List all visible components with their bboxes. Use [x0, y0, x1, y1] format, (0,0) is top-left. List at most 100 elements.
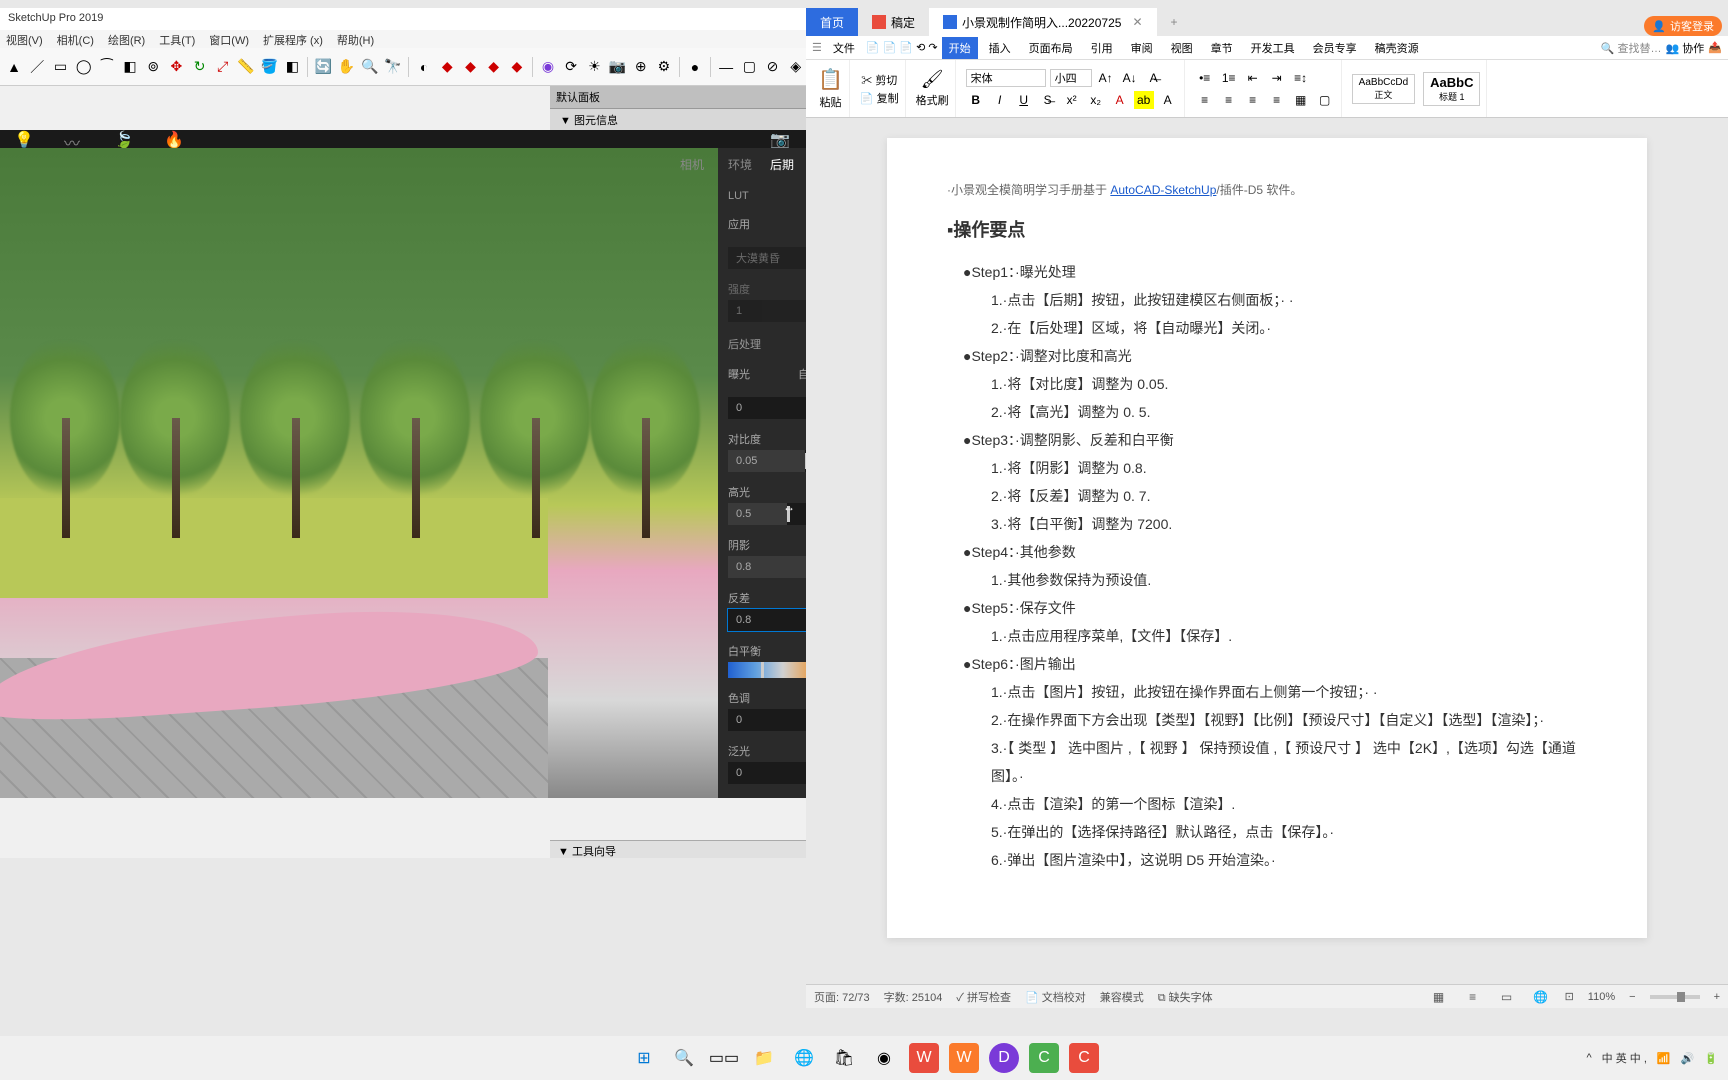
battery-icon[interactable]: 🔋: [1704, 1052, 1718, 1065]
status-zoom[interactable]: 110%: [1588, 991, 1615, 1003]
tool-d5-sync[interactable]: ◉: [538, 56, 558, 78]
zoom-in-button[interactable]: +: [1714, 991, 1720, 1003]
rtab-file[interactable]: 文件: [826, 37, 862, 59]
tool-d5-3[interactable]: 📷: [607, 56, 627, 78]
wps-document-area[interactable]: ·小景观全模简明学习手册基于 AutoCAD-SketchUp/插件-D5 软件…: [806, 118, 1728, 984]
tool-edge[interactable]: —: [716, 56, 736, 78]
tool-section[interactable]: ◐: [414, 56, 434, 78]
ime-indicator[interactable]: 中 英 中 ,: [1602, 1050, 1647, 1066]
align-center-button[interactable]: ≡: [1219, 91, 1239, 109]
tool-select[interactable]: ▲: [4, 56, 24, 78]
align-right-button[interactable]: ≡: [1243, 91, 1263, 109]
bullets-button[interactable]: •≡: [1195, 69, 1215, 87]
panel-entity-info[interactable]: ▼ 图元信息: [550, 109, 810, 132]
menu-extensions[interactable]: 扩展程序 (x): [263, 32, 323, 46]
rtab-insert[interactable]: 插入: [982, 37, 1018, 59]
wps-tab-gaoding[interactable]: 稿定: [858, 8, 929, 36]
tool-scale[interactable]: ⤢: [213, 56, 233, 78]
d5-tab-env[interactable]: 环境: [728, 156, 752, 173]
app3-icon[interactable]: C: [1029, 1043, 1059, 1073]
copy-button[interactable]: 📄 复制: [860, 90, 899, 106]
rtab-resource[interactable]: 稿壳资源: [1368, 37, 1426, 59]
app2-icon[interactable]: W: [949, 1043, 979, 1073]
font-grow-icon[interactable]: A↑: [1096, 69, 1116, 87]
wps-login-button[interactable]: 👤访客登录: [1644, 16, 1722, 36]
strike-button[interactable]: S̶: [1038, 91, 1058, 109]
indent-inc-button[interactable]: ⇥: [1267, 69, 1287, 87]
start-button[interactable]: ⊞: [629, 1043, 659, 1073]
status-proof[interactable]: 📄 文档校对: [1025, 989, 1086, 1005]
d5-tab-camera[interactable]: 相机: [680, 156, 704, 173]
rtab-layout[interactable]: 页面布局: [1022, 37, 1080, 59]
style-normal[interactable]: AaBbCcDd正文: [1352, 74, 1415, 104]
indent-dec-button[interactable]: ⇤: [1243, 69, 1263, 87]
zoom-fit-icon[interactable]: ⊡: [1565, 990, 1574, 1003]
status-missing[interactable]: ⧉ 缺失字体: [1158, 989, 1213, 1005]
search-icon[interactable]: 🔍: [669, 1043, 699, 1073]
menu-help[interactable]: 帮助(H): [337, 32, 374, 46]
d5-viewport[interactable]: 相机: [0, 148, 718, 798]
clear-format-icon[interactable]: A̶: [1144, 69, 1164, 87]
tool-hidden[interactable]: ⊘: [762, 56, 782, 78]
view-page-icon[interactable]: ▦: [1429, 988, 1449, 1006]
doc-link[interactable]: AutoCAD-SketchUp: [1110, 183, 1216, 197]
tool-d5-4[interactable]: ⊕: [631, 56, 651, 78]
border-button[interactable]: ▢: [1315, 91, 1335, 109]
tool-eraser[interactable]: ◧: [282, 56, 302, 78]
wps-tab-home[interactable]: 首页: [806, 8, 858, 36]
tool-offset[interactable]: ⊚: [143, 56, 163, 78]
coop-button[interactable]: 👥 协作: [1666, 40, 1705, 56]
status-spell[interactable]: ✓ 拼写检查: [956, 989, 1011, 1005]
zoom-slider[interactable]: [1650, 995, 1700, 999]
tool-rotate[interactable]: ↻: [190, 56, 210, 78]
menu-tools[interactable]: 工具(T): [159, 32, 195, 46]
app4-icon[interactable]: C: [1069, 1043, 1099, 1073]
tool-line[interactable]: ／: [27, 56, 47, 78]
rtab-start[interactable]: 开始: [942, 37, 978, 59]
tool-rect[interactable]: ▭: [50, 56, 70, 78]
align-left-button[interactable]: ≡: [1195, 91, 1215, 109]
panel-default[interactable]: 默认面板: [550, 86, 810, 109]
font-effect-button[interactable]: A: [1158, 91, 1178, 109]
tool-paint[interactable]: 🪣: [259, 56, 279, 78]
menu-view[interactable]: 视图(V): [6, 32, 43, 46]
tool-tape[interactable]: 📏: [236, 56, 256, 78]
dell-icon[interactable]: ◉: [869, 1043, 899, 1073]
rtab-ref[interactable]: 引用: [1084, 37, 1120, 59]
explorer-icon[interactable]: 📁: [749, 1043, 779, 1073]
superscript-button[interactable]: x²: [1062, 91, 1082, 109]
bold-button[interactable]: B: [966, 91, 986, 109]
tool-orbit[interactable]: 🔄: [313, 56, 333, 78]
rtab-review[interactable]: 审阅: [1124, 37, 1160, 59]
rtab-section[interactable]: 章节: [1204, 37, 1240, 59]
store-icon[interactable]: 🛍: [829, 1043, 859, 1073]
camera-icon[interactable]: 📷: [770, 130, 788, 148]
zoom-out-button[interactable]: −: [1629, 991, 1635, 1003]
sketchup-tray[interactable]: ▼ 工具向导: [550, 840, 810, 858]
tool-d5-5[interactable]: ⚙: [654, 56, 674, 78]
menu-camera[interactable]: 相机(C): [57, 32, 94, 46]
rtab-view[interactable]: 视图: [1164, 37, 1200, 59]
tray-chevron-icon[interactable]: ^: [1586, 1052, 1591, 1064]
cut-button[interactable]: ✂ 剪切: [861, 72, 897, 88]
d5-icon[interactable]: D: [989, 1043, 1019, 1073]
font-color-button[interactable]: A: [1110, 91, 1130, 109]
paste-icon[interactable]: 📋: [818, 67, 843, 92]
menu-window[interactable]: 窗口(W): [209, 32, 249, 46]
tool-circle[interactable]: ◯: [74, 56, 94, 78]
wps-tab-add[interactable]: +: [1157, 8, 1192, 36]
d5-tab-post[interactable]: 后期: [770, 156, 794, 173]
tool-arc[interactable]: ⁀: [97, 56, 117, 78]
tool-push[interactable]: ◧: [120, 56, 140, 78]
volume-icon[interactable]: 🔊: [1681, 1052, 1695, 1065]
rtab-member[interactable]: 会员专享: [1306, 37, 1364, 59]
tab-close-icon[interactable]: ✕: [1132, 15, 1142, 29]
search-input[interactable]: 🔍 查找替…: [1601, 40, 1662, 56]
style-heading1[interactable]: AaBbC标题 1: [1423, 72, 1480, 106]
font-shrink-icon[interactable]: A↓: [1120, 69, 1140, 87]
view-outline-icon[interactable]: ≡: [1463, 988, 1483, 1006]
tool-ruby1[interactable]: ◆: [437, 56, 457, 78]
tool-back[interactable]: ▢: [739, 56, 759, 78]
share-icon[interactable]: 📤: [1708, 41, 1722, 54]
paste-label[interactable]: 粘贴: [819, 94, 841, 110]
